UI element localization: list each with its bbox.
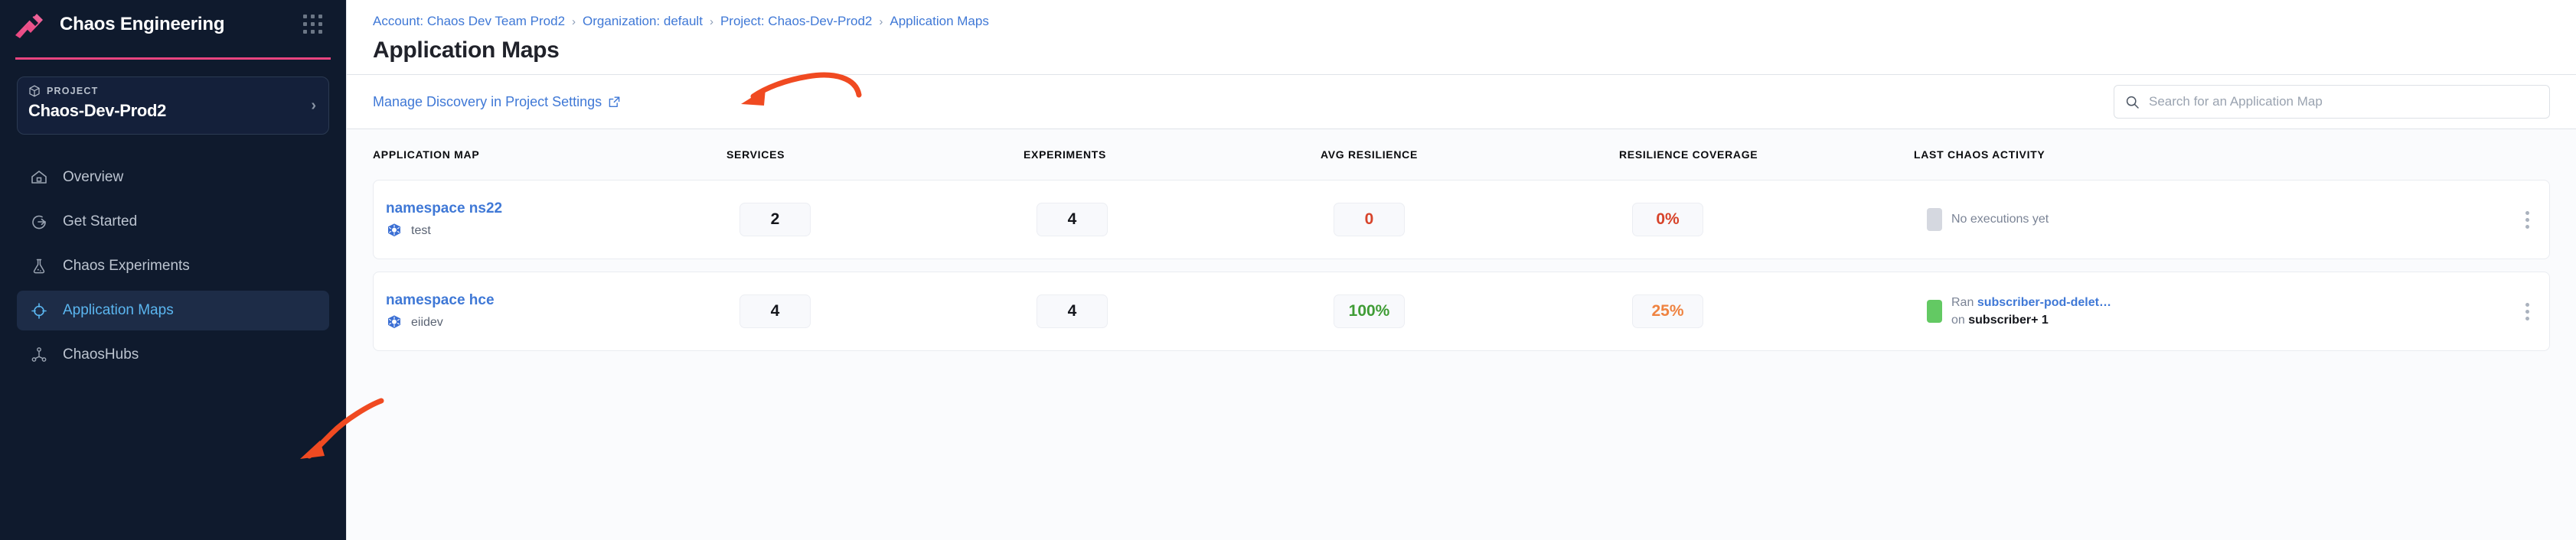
namespace-row: eiidev	[386, 314, 739, 331]
flask-icon	[29, 256, 49, 276]
avg-resilience-value: 100%	[1334, 294, 1405, 328]
application-maps-table: APPLICATION MAP SERVICES EXPERIMENTS AVG…	[347, 129, 2576, 540]
page-header: Account: Chaos Dev Team Prod2 › Organiza…	[347, 0, 2576, 74]
sidebar-item-chaoshubs[interactable]: ChaosHubs	[17, 335, 329, 375]
get-started-icon	[29, 212, 49, 232]
column-header-services: SERVICES	[726, 148, 1024, 161]
sidebar: Chaos Engineering PROJECT Chaos-Dev-Prod…	[0, 0, 346, 540]
avg-resilience-value: 0	[1334, 203, 1405, 236]
resilience-coverage-cell: 0%	[1632, 203, 1927, 236]
sidebar-item-label: Application Maps	[63, 302, 174, 319]
breadcrumb-project[interactable]: Project: Chaos-Dev-Prod2	[720, 14, 872, 29]
brand-title: Chaos Engineering	[60, 14, 224, 35]
services-cell: 4	[739, 294, 1037, 328]
experiments-value: 4	[1037, 294, 1108, 328]
chevron-right-icon[interactable]: ›	[311, 98, 316, 113]
experiments-cell: 4	[1037, 203, 1334, 236]
brand-accent-divider	[15, 57, 331, 60]
services-cell: 2	[739, 203, 1037, 236]
brand-row: Chaos Engineering	[0, 0, 346, 49]
experiments-cell: 4	[1037, 294, 1334, 328]
project-selector-label-row: PROJECT	[28, 85, 318, 97]
sidebar-item-label: Chaos Experiments	[63, 258, 190, 275]
column-header-last-chaos-activity: LAST CHAOS ACTIVITY	[1914, 148, 2496, 161]
namespace-row: test	[386, 223, 739, 239]
project-label: PROJECT	[47, 86, 98, 96]
resilience-coverage-value: 25%	[1632, 294, 1703, 328]
kubernetes-icon	[386, 314, 403, 331]
application-maps-page: Chaos Engineering PROJECT Chaos-Dev-Prod…	[0, 0, 2576, 540]
chevron-right-icon: ›	[572, 15, 576, 28]
application-map-link[interactable]: namespace hce	[386, 292, 739, 309]
chevron-right-icon: ›	[879, 15, 883, 28]
search-box[interactable]	[2114, 85, 2550, 119]
activity-status-text: No executions yet	[1951, 210, 2049, 228]
breadcrumb: Account: Chaos Dev Team Prod2 › Organiza…	[373, 14, 2550, 29]
status-swatch	[1927, 300, 1942, 323]
cube-icon	[28, 85, 41, 97]
status-swatch	[1927, 208, 1942, 231]
table-header-row: APPLICATION MAP SERVICES EXPERIMENTS AVG…	[373, 129, 2550, 180]
table-row[interactable]: namespace hce eiidev 4 4	[373, 272, 2550, 351]
experiments-value: 4	[1037, 203, 1108, 236]
application-map-cell: namespace hce eiidev	[386, 292, 739, 331]
main-content: Account: Chaos Dev Team Prod2 › Organiza…	[346, 0, 2576, 540]
last-chaos-activity-cell: Ran subscriber-pod-delet… on subscriber+…	[1927, 294, 2483, 329]
services-value: 2	[739, 203, 811, 236]
sidebar-item-overview[interactable]: Overview	[17, 158, 329, 197]
column-header-avg-resilience: AVG RESILIENCE	[1321, 148, 1619, 161]
column-header-experiments: EXPERIMENTS	[1024, 148, 1321, 161]
avg-resilience-cell: 100%	[1334, 294, 1632, 328]
kebab-menu-icon[interactable]	[2518, 203, 2537, 236]
activity-experiment-link[interactable]: subscriber-pod-delet…	[1977, 296, 2111, 309]
manage-discovery-link[interactable]: Manage Discovery in Project Settings	[373, 94, 621, 110]
activity-prefix: Ran	[1951, 296, 1974, 309]
sidebar-nav: Overview Get Started Chaos Experiments	[0, 158, 346, 375]
resilience-coverage-cell: 25%	[1632, 294, 1927, 328]
harness-logo-icon	[14, 9, 49, 40]
hub-network-icon	[29, 345, 49, 365]
resilience-coverage-value: 0%	[1632, 203, 1703, 236]
namespace-label: test	[411, 224, 431, 238]
kebab-menu-icon[interactable]	[2518, 295, 2537, 328]
application-map-link[interactable]: namespace ns22	[386, 200, 739, 217]
application-map-cell: namespace ns22 test	[386, 200, 739, 239]
search-input[interactable]	[2149, 94, 2538, 109]
home-icon	[29, 168, 49, 187]
breadcrumb-account[interactable]: Account: Chaos Dev Team Prod2	[373, 14, 565, 29]
target-icon	[29, 301, 49, 320]
apps-grid-icon[interactable]	[303, 15, 323, 34]
sidebar-item-label: Get Started	[63, 213, 137, 230]
last-chaos-activity-cell: No executions yet	[1927, 208, 2483, 231]
sub-toolbar: Manage Discovery in Project Settings	[347, 74, 2576, 129]
manage-discovery-label: Manage Discovery in Project Settings	[373, 94, 602, 110]
activity-detail: Ran subscriber-pod-delet… on subscriber+…	[1951, 294, 2111, 329]
kubernetes-icon	[386, 223, 403, 239]
breadcrumb-current[interactable]: Application Maps	[890, 14, 988, 29]
page-title: Application Maps	[373, 37, 2550, 63]
project-selector[interactable]: PROJECT Chaos-Dev-Prod2 ›	[17, 76, 329, 135]
project-name: Chaos-Dev-Prod2	[28, 101, 318, 121]
sidebar-item-label: ChaosHubs	[63, 346, 139, 363]
avg-resilience-cell: 0	[1334, 203, 1632, 236]
breadcrumb-organization[interactable]: Organization: default	[583, 14, 703, 29]
column-header-application-map: APPLICATION MAP	[373, 148, 726, 161]
sidebar-item-get-started[interactable]: Get Started	[17, 202, 329, 242]
chevron-right-icon: ›	[710, 15, 713, 28]
services-value: 4	[739, 294, 811, 328]
external-link-icon	[608, 96, 621, 109]
activity-target: subscriber+ 1	[1968, 314, 2049, 327]
search-icon	[2125, 95, 2140, 109]
sidebar-item-chaos-experiments[interactable]: Chaos Experiments	[17, 246, 329, 286]
namespace-label: eiidev	[411, 316, 443, 330]
sidebar-item-application-maps[interactable]: Application Maps	[17, 291, 329, 330]
column-header-resilience-coverage: RESILIENCE COVERAGE	[1619, 148, 1914, 161]
table-row[interactable]: namespace ns22 test 2 4	[373, 180, 2550, 259]
activity-on-label: on	[1951, 314, 1965, 327]
sidebar-item-label: Overview	[63, 169, 123, 186]
